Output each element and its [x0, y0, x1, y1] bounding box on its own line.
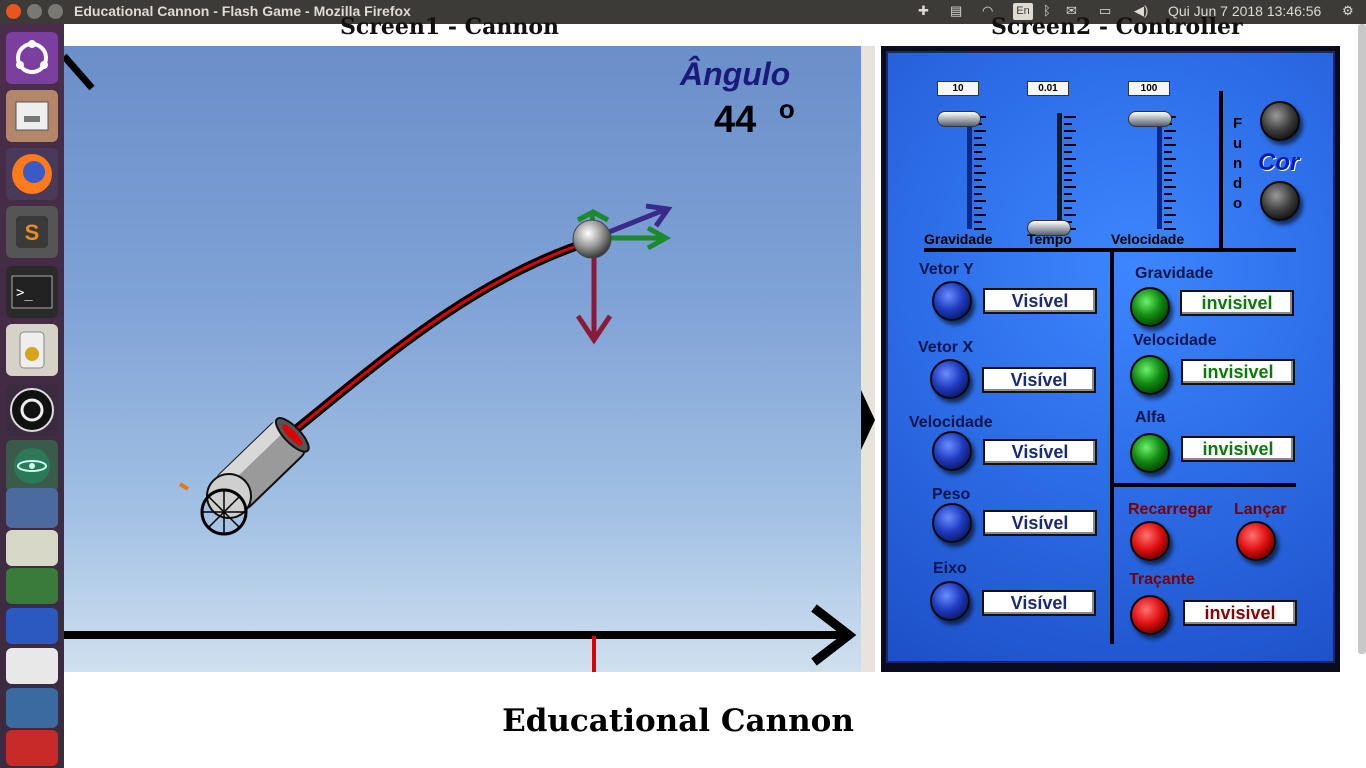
eixo-toggle-button[interactable]	[930, 581, 970, 621]
peso-status: Visível	[983, 510, 1097, 536]
fundo-letter: o	[1233, 195, 1243, 212]
angle-degree-symbol: o	[778, 94, 795, 124]
vetor-y-label: Vetor Y	[919, 261, 974, 278]
lancar-button[interactable]	[1236, 521, 1276, 561]
files-icon[interactable]	[6, 90, 58, 142]
vetor-x-toggle-button[interactable]	[930, 359, 970, 399]
controller-screen: 10 0.01 100 Gravidade Tempo Velocidade F…	[881, 46, 1340, 672]
projectile-ball	[572, 219, 612, 259]
maximize-window-button[interactable]	[48, 4, 63, 19]
velocidade-vector-status: invisivel	[1181, 359, 1295, 385]
minimize-window-button[interactable]	[27, 4, 42, 19]
eixo-label: Eixo	[933, 560, 967, 577]
tracante-toggle-button[interactable]	[1130, 595, 1170, 635]
velocidade-toggle-button[interactable]	[932, 431, 972, 471]
slider-track	[1057, 113, 1062, 229]
background-color-up-button[interactable]	[1260, 101, 1300, 141]
velocidade-vector-label: Velocidade	[1133, 332, 1217, 349]
y-axis-arrow	[64, 53, 95, 91]
close-window-button[interactable]	[6, 4, 21, 19]
recarregar-button[interactable]	[1130, 521, 1170, 561]
angle-number: 44	[714, 99, 757, 141]
svg-text:>_: >_	[16, 285, 33, 301]
alfa-toggle-button[interactable]	[1130, 433, 1170, 473]
speaker-icon[interactable]	[6, 324, 58, 376]
atom-icon[interactable]	[6, 440, 58, 492]
pager-icon[interactable]	[6, 608, 58, 644]
trajectory-path	[264, 235, 599, 456]
peso-label: Peso	[932, 486, 971, 503]
launcher-sidebar: S >_	[0, 24, 64, 768]
velocidade-label: Velocidade	[909, 414, 993, 431]
fundo-letter: d	[1233, 175, 1243, 192]
eixo-status: Visível	[982, 590, 1096, 616]
game-icon[interactable]	[6, 568, 58, 604]
screen-separator	[861, 46, 875, 672]
vetor-x-status: Visível	[982, 367, 1096, 393]
divider	[1110, 252, 1114, 644]
velocity-slider-label: Velocidade	[1111, 231, 1185, 247]
x-axis-arrow	[64, 604, 857, 666]
slider-track	[1157, 113, 1162, 229]
controller-panel: 10 0.01 100 Gravidade Tempo Velocidade F…	[886, 51, 1335, 663]
divider	[1114, 483, 1296, 487]
editor-icon[interactable]	[6, 530, 58, 566]
time-slider-label: Tempo	[1027, 231, 1072, 247]
cannon-screen[interactable]: Ângulo 44 o	[64, 46, 861, 672]
svg-text:S: S	[25, 220, 40, 245]
gravidade-vector-toggle-button[interactable]	[1130, 287, 1170, 327]
background-color-down-button[interactable]	[1260, 181, 1300, 221]
vetor-y-status: Visível	[983, 288, 1097, 314]
angle-label: Ângulo	[680, 56, 791, 92]
alfa-label: Alfa	[1135, 409, 1166, 426]
divider	[1219, 91, 1223, 251]
vetor-y-toggle-button[interactable]	[932, 281, 972, 321]
slider-track	[967, 113, 972, 229]
fundo-letter: n	[1233, 155, 1243, 172]
velocidade-status: Visível	[983, 439, 1097, 465]
ubuntu-dash-icon[interactable]	[6, 32, 58, 84]
page-title: Educational Cannon	[502, 703, 854, 739]
fundo-letter: F	[1233, 115, 1243, 132]
cor-label: Cor	[1258, 149, 1300, 176]
vetor-x-label: Vetor X	[918, 339, 974, 356]
gravity-slider-label: Gravidade	[924, 231, 993, 247]
tracante-status: invisivel	[1183, 600, 1297, 626]
terminal-icon[interactable]: >_	[6, 266, 58, 318]
gravidade-vector-status: invisivel	[1180, 290, 1294, 316]
peso-toggle-button[interactable]	[932, 503, 972, 543]
fundo-letter: u	[1233, 135, 1243, 152]
alfa-status: invisivel	[1181, 436, 1295, 462]
printer-icon[interactable]: ▤	[950, 3, 962, 19]
cannon	[178, 417, 310, 536]
tracante-label: Traçante	[1129, 571, 1195, 588]
screen1-heading: Screen1 - Cannon	[340, 14, 560, 40]
gear-icon[interactable]: ⚙	[1342, 3, 1354, 19]
penguin-icon[interactable]	[6, 648, 58, 684]
firefox-icon[interactable]	[6, 148, 58, 200]
page-scrollbar[interactable]	[1358, 24, 1366, 654]
recarregar-label: Recarregar	[1128, 501, 1213, 518]
sublime-text-icon[interactable]: S	[6, 206, 58, 258]
mail-client-icon[interactable]	[6, 488, 58, 528]
plus-icon[interactable]: ✚	[918, 3, 929, 19]
screen2-heading: Screen2 - Controller	[991, 14, 1243, 40]
gravidade-vector-label: Gravidade	[1135, 265, 1214, 282]
angle-value: 44 o	[714, 94, 795, 142]
velocity-slider-thumb[interactable]	[1128, 111, 1172, 127]
trajectory-tracer	[268, 238, 595, 453]
lancar-label: Lançar	[1234, 501, 1287, 518]
velocidade-vector-toggle-button[interactable]	[1130, 355, 1170, 395]
obs-icon[interactable]	[6, 384, 58, 436]
gravity-slider-thumb[interactable]	[937, 111, 981, 127]
